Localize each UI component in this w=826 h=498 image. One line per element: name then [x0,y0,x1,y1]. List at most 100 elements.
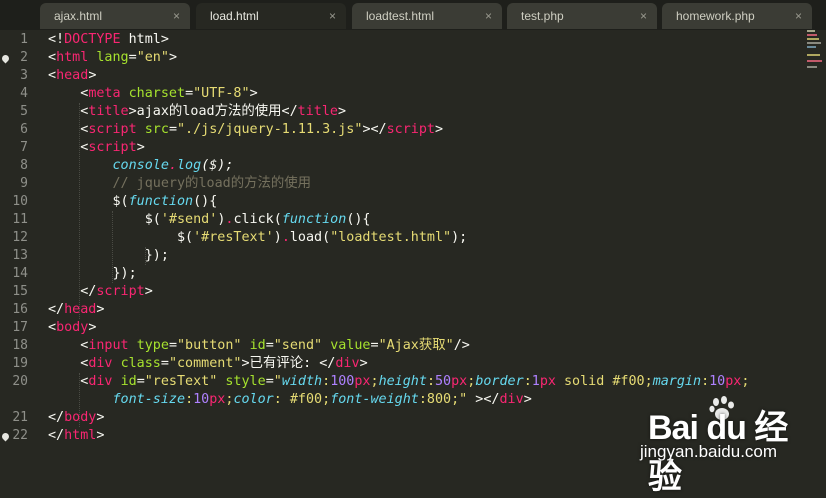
line-number-gutter[interactable]: 1 2 3 4 5 6 7 8 9 10 11 12 13 14 15 16 1… [0,30,40,482]
code-token-text: > [435,122,444,137]
code-token-text: </ [48,302,65,317]
code-token-string: '#send' [160,212,218,227]
code-token-tag: head [56,68,89,83]
code-line: }); [48,265,136,283]
code-token-text: </ [48,410,65,425]
code-token-function: font-weight [330,392,419,407]
code-token-text: >ajax的load方法的使用</ [128,104,298,119]
code-token-function: function [128,194,194,209]
line-number: 7 [20,140,28,155]
tab-ajax-html[interactable]: ajax.html × [40,3,190,29]
code-token-function: height [378,374,427,389]
code-line: <html lang="en"> [48,49,177,67]
code-line: <!DOCTYPE html> [48,31,169,49]
line-number: 16 [12,302,28,317]
code-token-tag: body [64,410,97,425]
tab-loadtest-html[interactable]: loadtest.html × [352,3,502,29]
code-token-text: < [48,122,89,137]
code-token-tag: script [88,122,137,137]
code-line: <div class="comment">已有评论: </div> [48,355,367,373]
code-token-number: 100 [330,374,355,389]
minimap-line [807,38,819,40]
line-number: 6 [20,122,28,137]
code-token-attr: charset [128,86,186,101]
code-token-text: <! [48,32,65,47]
line-number: 12 [12,230,28,245]
code-token-text: < [48,104,89,119]
code-token-text: < [48,320,57,335]
code-token-tag: . [281,230,290,245]
tab-test-php[interactable]: test.php × [507,3,657,29]
minimap-line [807,54,820,56]
code-token-text: }); [48,248,169,263]
code-token-text: > [249,86,258,101]
code-token-text: $( [48,230,194,245]
code-token-text: = [185,86,194,101]
code-token-function: width [281,374,323,389]
code-token-number: 50 [435,374,452,389]
code-token-string: : [426,374,435,389]
code-line: $('#resText').load("loadtest.html"); [48,229,467,247]
code-token-tag: px [209,392,226,407]
code-line: </script> [48,283,153,301]
code-line: <script src="./js/jquery-1.11.3.js"></sc… [48,121,443,139]
close-icon[interactable]: × [640,9,647,23]
code-token-text: $( [48,194,129,209]
code-token-text: > [88,68,97,83]
code-token-tag: px [539,374,556,389]
tab-homework-php[interactable]: homework.php × [662,3,812,29]
code-token-tag: html [56,50,89,65]
code-token-tag: script [386,122,435,137]
code-token-text: = [370,338,379,353]
line-number: 5 [20,104,28,119]
code-token-string: "comment" [168,356,242,371]
code-token-tag: head [64,302,97,317]
line-number: 9 [20,176,28,191]
code-token-text: > [96,302,105,317]
close-icon[interactable]: × [329,9,336,23]
close-icon[interactable]: × [173,9,180,23]
code-token-text: > [96,410,105,425]
close-icon[interactable]: × [485,9,492,23]
tab-load-html[interactable]: load.html × [196,3,346,29]
code-token-string: "Ajax获取" [378,338,454,353]
code-token-string: "button" [177,338,242,353]
code-token-text: ></ [467,392,500,407]
code-token-string: ; [741,374,750,389]
line-number: 20 [12,374,28,389]
code-token-function: function [281,212,347,227]
code-token-string: : [523,374,532,389]
code-line: // jquery的load的方法的使用 [48,175,311,193]
code-token-number: 1 [531,374,540,389]
code-line: $('#send').click(function(){ [48,211,371,229]
code-token-tag: title [297,104,338,119]
line-number: 1 [20,32,28,47]
code-token-string: "resText" [144,374,218,389]
code-line: <body> [48,319,96,337]
minimap-line [807,60,822,62]
code-line: </body> [48,409,104,427]
code-token-text: < [48,86,89,101]
code-token-tag: div [88,374,113,389]
line-number: 13 [12,248,28,263]
code-line: </head> [48,301,104,319]
minimap-line [807,66,817,68]
code-token-text: ) [273,230,282,245]
code-token-string: "UTF-8" [193,86,250,101]
close-icon[interactable]: × [795,9,802,23]
code-token-attr: id [249,338,266,353]
code-token-tag: px [725,374,742,389]
tab-label: test.php [521,9,564,23]
code-token-tag: body [56,320,89,335]
code-token-tag: div [88,356,113,371]
code-token-text: = [136,374,145,389]
code-line: <script> [48,139,145,157]
code-token-text: > [96,428,105,443]
code-token-text: </ [48,284,97,299]
line-number: 8 [20,158,28,173]
code-token-text: = [160,356,169,371]
tab-label: ajax.html [54,9,103,23]
